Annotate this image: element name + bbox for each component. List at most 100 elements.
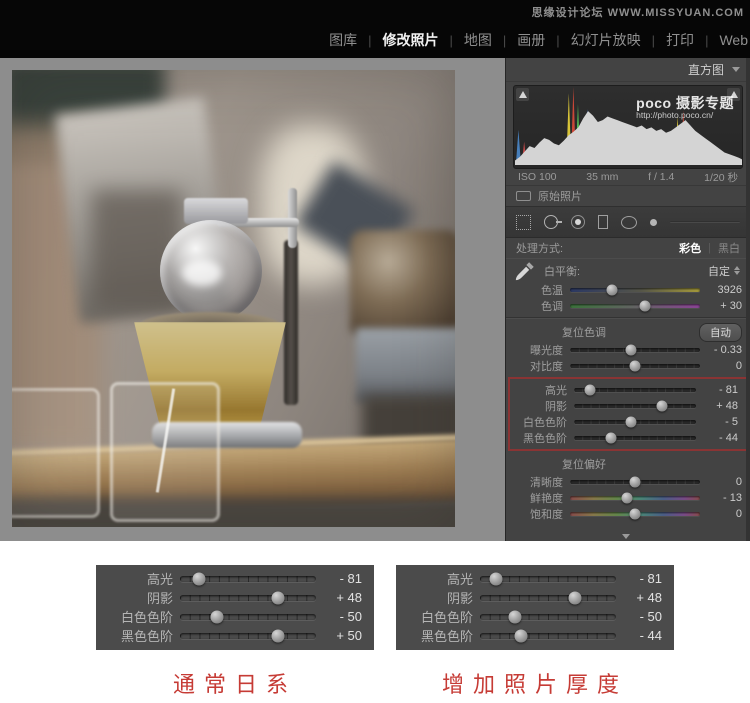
slider-label: 阴影 <box>446 591 473 606</box>
red-eye-tool-icon[interactable] <box>571 215 585 229</box>
slider-thumb[interactable] <box>584 384 596 396</box>
slider-track[interactable] <box>480 610 616 623</box>
photo-layer <box>362 395 455 465</box>
slider-row: 阴影 + 48 <box>510 398 746 414</box>
slider-track[interactable] <box>570 300 700 312</box>
slider-thumb[interactable] <box>639 300 651 312</box>
slider-thumb[interactable] <box>656 400 668 412</box>
photo-layer <box>356 328 455 403</box>
module-tab-3[interactable]: 地图 <box>464 30 492 50</box>
slider-label: 饱和度 <box>530 509 563 521</box>
slider-track[interactable] <box>480 629 616 642</box>
presence-sliders: 清晰度 0 鲜艳度 - 13 饱和度 0 <box>506 474 750 522</box>
treatment-row: 处理方式: 彩色 | 黑白 <box>506 238 750 258</box>
slider-row: 白色色阶 - 5 <box>510 414 746 430</box>
collapse-triangle-icon[interactable] <box>732 67 740 72</box>
slider-thumb[interactable] <box>606 284 618 296</box>
slider-track[interactable] <box>570 284 700 296</box>
adjustment-brush-tool-icon[interactable] <box>650 218 657 226</box>
slider-thumb[interactable] <box>625 416 637 428</box>
shadow-clipping-indicator[interactable] <box>516 88 529 101</box>
white-balance-label: 白平衡: <box>544 265 581 278</box>
slider-track[interactable] <box>480 591 616 604</box>
poco-watermark: poco 摄影专题 http://photo.poco.cn/ <box>636 96 734 120</box>
panel-scroll-indicator[interactable] <box>506 534 746 539</box>
slider-thumb[interactable] <box>625 344 637 356</box>
poco-watermark-title: poco 摄影专题 <box>636 95 734 111</box>
slider-label: 白色色阶 <box>420 610 473 625</box>
treatment-option[interactable]: 黑白 <box>718 240 740 256</box>
radial-filter-tool-icon[interactable] <box>621 215 637 229</box>
panel-scrollbar[interactable] <box>746 58 750 541</box>
slider-row: 黑色色阶 + 50 <box>96 626 374 645</box>
histogram-title: 直方图 <box>687 63 724 77</box>
slider-value: + 50 <box>336 628 362 643</box>
slider-row: 阴影 + 48 <box>396 588 674 607</box>
presence-header-row: 复位偏好 <box>506 454 750 474</box>
photo-layer <box>350 230 455 335</box>
photo-layer <box>110 382 220 522</box>
slider-track[interactable] <box>180 591 316 604</box>
menu-separator: | <box>556 32 560 48</box>
histogram-box[interactable]: poco 摄影专题 http://photo.poco.cn/ <box>513 85 743 169</box>
slider-thumb[interactable] <box>271 591 285 604</box>
photo-layer <box>12 125 102 455</box>
white-balance-preset[interactable]: 自定 <box>708 263 740 279</box>
histogram-header[interactable]: 直方图 <box>506 58 750 82</box>
slider-track[interactable] <box>570 344 700 356</box>
module-picker: 图库 | 修改照片 | 地图 | 画册 | 幻灯片放映 | 打印 | Web <box>329 30 750 50</box>
tool-strip-slider[interactable] <box>670 221 740 223</box>
module-tab-7[interactable]: Web <box>719 32 748 48</box>
slider-thumb[interactable] <box>629 476 641 488</box>
slider-track[interactable] <box>570 508 700 520</box>
slider-thumb[interactable] <box>621 492 633 504</box>
photo-layer <box>12 388 100 518</box>
slider-thumb[interactable] <box>629 360 641 372</box>
slider-track[interactable] <box>480 572 616 585</box>
slider-thumb[interactable] <box>629 508 641 520</box>
slider-track[interactable] <box>180 629 316 642</box>
slider-row: 阴影 + 48 <box>96 588 374 607</box>
crop-tool-icon[interactable] <box>516 214 531 230</box>
module-tab-4[interactable]: 画册 <box>517 30 545 50</box>
white-balance-preset-value: 自定 <box>708 265 730 278</box>
slider-track[interactable] <box>574 416 696 428</box>
slider-thumb[interactable] <box>568 591 582 604</box>
slider-track[interactable] <box>570 360 700 372</box>
slider-value: 3926 <box>717 284 742 296</box>
graduated-filter-tool-icon[interactable] <box>598 215 608 229</box>
module-tab-1[interactable]: 图库 <box>329 30 357 50</box>
original-photo-row[interactable]: 原始照片 <box>506 185 750 207</box>
slider-thumb[interactable] <box>210 610 224 623</box>
menu-bar: 思缘设计论坛 WWW.MISSYUAN.COM 图库 | 修改照片 | 地图 | 画册 | 幻灯… <box>0 0 750 58</box>
module-tab-2[interactable]: 修改照片 <box>383 30 439 50</box>
slider-value: - 81 <box>339 571 362 586</box>
slider-thumb[interactable] <box>605 432 617 444</box>
slider-value: + 30 <box>720 300 742 312</box>
auto-tone-button[interactable]: 自动 <box>699 322 742 342</box>
module-tab-5[interactable]: 幻灯片放映 <box>571 30 641 50</box>
slider-track[interactable] <box>180 610 316 623</box>
slider-value: - 50 <box>339 609 362 624</box>
slider-track[interactable] <box>570 476 700 488</box>
white-balance-dropper-icon[interactable] <box>514 260 536 285</box>
original-photo-icon[interactable] <box>516 191 531 201</box>
photo-layer <box>92 190 182 310</box>
comparison-panel-right: 高光 - 81 阴影 + 48 白色色阶 - 50 黑色色阶 - 44 <box>396 565 674 650</box>
module-tab-6[interactable]: 打印 <box>666 30 694 50</box>
tone-header-row: 复位色调 自动 <box>506 322 750 342</box>
slider-track[interactable] <box>570 492 700 504</box>
treatment-option[interactable]: 彩色 <box>679 240 701 256</box>
slider-thumb[interactable] <box>489 572 503 585</box>
slider-thumb[interactable] <box>514 629 528 642</box>
slider-thumb[interactable] <box>192 572 206 585</box>
slider-track[interactable] <box>574 432 696 444</box>
spot-removal-tool-icon[interactable] <box>544 215 562 229</box>
slider-thumb[interactable] <box>271 629 285 642</box>
slider-track[interactable] <box>574 400 696 412</box>
slider-thumb[interactable] <box>508 610 522 623</box>
slider-track[interactable] <box>180 572 316 585</box>
slider-value: 0 <box>735 360 742 372</box>
white-balance-sliders: 色温 3926 色调 + 30 <box>506 282 750 314</box>
slider-track[interactable] <box>574 384 696 396</box>
